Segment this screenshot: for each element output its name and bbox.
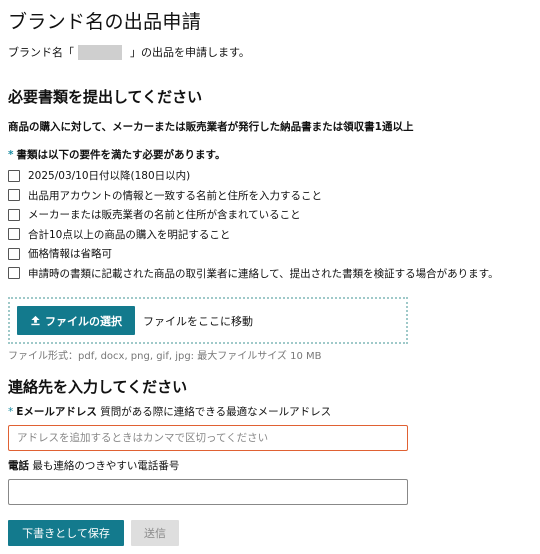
requirements-note-text: 書類は以下の要件を満たす必要があります。: [16, 149, 226, 161]
requirement-item[interactable]: 申請時の書類に記載された商品の取引業者に連絡して、提出された書類を検証する場合が…: [8, 264, 499, 284]
requirement-checkbox[interactable]: [8, 228, 20, 241]
documents-description: 商品の購入に対して、メーカーまたは販売業者が発行した納品書または領収書1通以上: [8, 121, 414, 133]
brand-application-line: ブランド名「 」の出品を申請します。: [8, 44, 250, 60]
requirements-checklist: 2025/03/10日付以降(180日以内) 出品用アカウントの情報と一致する名…: [8, 166, 499, 283]
choose-file-button[interactable]: ファイルの選択: [17, 306, 135, 335]
requirement-label: 2025/03/10日付以降(180日以内): [28, 170, 191, 183]
requirement-item[interactable]: 出品用アカウントの情報と一致する名前と住所を入力すること: [8, 186, 499, 206]
brand-name-redacted: [78, 44, 122, 60]
required-star: *: [8, 149, 14, 161]
email-label-text: Eメールアドレス: [16, 406, 97, 418]
requirement-checkbox[interactable]: [8, 169, 20, 182]
file-format-note: ファイル形式：pdf, docx, png, gif, jpg: 最大ファイルサ…: [8, 351, 322, 362]
phone-field[interactable]: [8, 479, 408, 505]
phone-label-text: 電話: [8, 460, 29, 472]
email-field[interactable]: [8, 425, 408, 451]
requirement-item[interactable]: メーカーまたは販売業者の名前と住所が含まれていること: [8, 205, 499, 225]
requirement-checkbox[interactable]: [8, 208, 20, 221]
requirement-label: 合計10点以上の商品の購入を明記すること: [28, 228, 231, 241]
page-title: ブランド名の出品申請: [8, 11, 202, 33]
file-drop-zone[interactable]: ファイルの選択 ファイルをここに移動: [8, 297, 408, 344]
phone-label: 電話 最も連絡のつきやすい電話番号: [8, 458, 179, 473]
drop-zone-text: ファイルをここに移動: [143, 314, 253, 328]
choose-file-label: ファイルの選択: [45, 314, 122, 328]
requirement-label: 価格情報は省略可: [28, 248, 112, 261]
requirement-label: 出品用アカウントの情報と一致する名前と住所を入力すること: [28, 189, 322, 202]
requirements-note: * 書類は以下の要件を満たす必要があります。: [8, 147, 225, 162]
upload-icon: [31, 315, 40, 326]
save-draft-button[interactable]: 下書きとして保存: [8, 520, 124, 546]
requirement-item[interactable]: 合計10点以上の商品の購入を明記すること: [8, 225, 499, 245]
submit-button[interactable]: 送信: [131, 520, 179, 546]
requirement-item[interactable]: 2025/03/10日付以降(180日以内): [8, 166, 499, 186]
requirement-checkbox[interactable]: [8, 267, 20, 280]
requirement-checkbox[interactable]: [8, 189, 20, 202]
phone-hint: 最も連絡のつきやすい電話番号: [32, 460, 180, 472]
requirement-label: 申請時の書類に記載された商品の取引業者に連絡して、提出された書類を検証する場合が…: [28, 267, 499, 280]
email-hint: 質問がある際に連絡できる最適なメールアドレス: [100, 406, 332, 418]
contact-heading: 連絡先を入力してください: [8, 378, 188, 396]
required-star: *: [8, 406, 14, 418]
requirement-label: メーカーまたは販売業者の名前と住所が含まれていること: [28, 209, 301, 222]
requirement-item[interactable]: 価格情報は省略可: [8, 244, 499, 264]
brand-prefix: ブランド名「: [8, 46, 74, 59]
email-label: * Eメールアドレス 質問がある際に連絡できる最適なメールアドレス: [8, 404, 331, 419]
requirement-checkbox[interactable]: [8, 247, 20, 260]
brand-suffix: 」の出品を申請します。: [130, 46, 250, 59]
documents-heading: 必要書類を提出してください: [8, 88, 203, 106]
